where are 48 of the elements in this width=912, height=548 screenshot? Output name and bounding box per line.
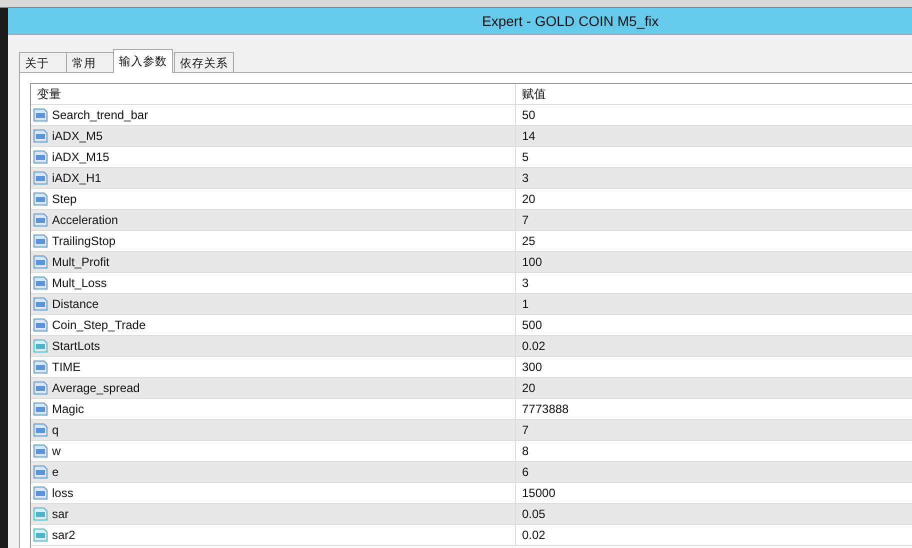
parameter-name: Step <box>52 192 77 206</box>
parameter-name: iADX_M15 <box>52 150 110 164</box>
parameter-name: iADX_H1 <box>52 171 102 185</box>
table-cell-text: 0.02 <box>521 338 546 355</box>
parameter-name: Average_spread <box>52 381 140 395</box>
table-cell-text: 7 <box>521 422 530 439</box>
parameter-name: Distance <box>52 297 99 311</box>
table-cell-text: 20 <box>521 380 536 397</box>
table-cell-text: 7 <box>521 212 530 229</box>
parameter-name: e <box>52 465 59 479</box>
parameter-name: q <box>52 423 59 437</box>
table-cell-text: 500 <box>521 317 544 334</box>
table-cell-text: 100 <box>521 254 544 271</box>
parameter-name: iADX_M5 <box>52 129 103 143</box>
window-title: Expert - GOLD COIN M5_fix <box>482 13 659 29</box>
parameter-name: Acceleration <box>52 213 118 227</box>
table-cell-text: 6 <box>521 464 530 481</box>
tab[interactable]: 关于 <box>19 52 67 73</box>
parameter-name: w <box>52 444 61 458</box>
table-cell-text: 0.05 <box>521 506 546 523</box>
table-cell-text: 5 <box>521 149 530 166</box>
parameter-name: loss <box>52 486 74 500</box>
table-cell-text: 300 <box>521 359 544 376</box>
parameter-name: Mult_Loss <box>52 276 107 290</box>
parameter-name: TrailingStop <box>52 234 116 248</box>
table-cell-text: 15000 <box>521 485 556 502</box>
parameter-name: Coin_Step_Trade <box>52 318 146 332</box>
column-header[interactable]: 赋值 <box>516 84 912 104</box>
table-cell-text: 0.02 <box>521 527 546 544</box>
table-cell-text: 25 <box>521 233 536 250</box>
table-cell-text: 3 <box>521 275 530 292</box>
tab[interactable]: 输入参数 <box>113 49 173 73</box>
tab[interactable]: 依存关系 <box>174 52 234 73</box>
parameter-name: Magic <box>52 402 84 416</box>
table-cell-text: 1 <box>521 296 530 313</box>
table-cell-text: 7773888 <box>521 401 570 418</box>
parameter-name: TIME <box>52 360 81 374</box>
parameter-name: sar2 <box>52 528 76 542</box>
table-cell-text: 20 <box>521 191 536 208</box>
parameter-name: Search_trend_bar <box>52 108 148 122</box>
table-cell-text: 14 <box>521 128 536 145</box>
table-cell-text: 50 <box>521 107 536 124</box>
table-cell-text: 8 <box>521 443 530 460</box>
parameter-name: StartLots <box>52 339 100 353</box>
parameter-name: sar <box>52 507 69 521</box>
column-header[interactable]: 变量 <box>31 84 516 104</box>
parameter-name: Mult_Profit <box>52 255 110 269</box>
table-cell-text: 3 <box>521 170 530 187</box>
